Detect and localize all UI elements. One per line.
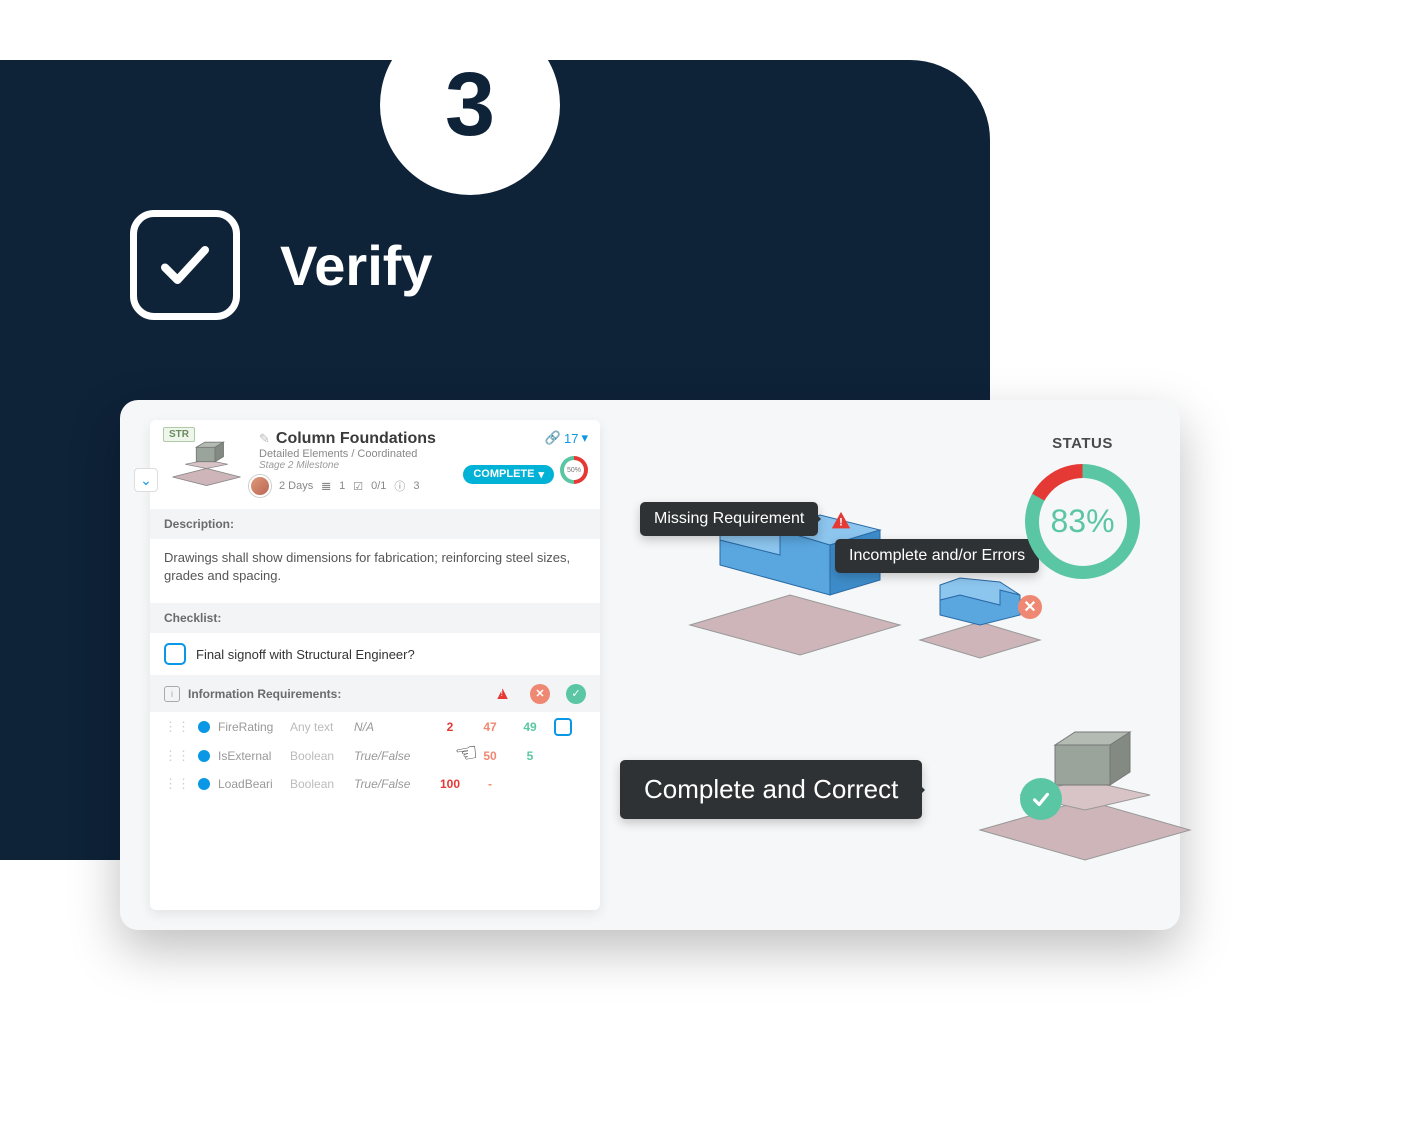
app-panel: ⌄ STR ✎ Column Foundations Detailed Elem…: [120, 400, 1180, 930]
checklist-item[interactable]: Final signoff with Structural Engineer?: [150, 633, 600, 675]
detail-card: ⌄ STR ✎ Column Foundations Detailed Elem…: [150, 420, 600, 910]
status-block: STATUS 83%: [1025, 435, 1140, 579]
checklist-label: Checklist:: [150, 603, 600, 633]
success-marker[interactable]: [1020, 778, 1062, 820]
duration-label: 2 Days: [279, 480, 313, 492]
element-thumbnail: STR: [164, 430, 249, 490]
warning-marker[interactable]: !: [830, 510, 852, 532]
requirements-label: Information Requirements:: [188, 687, 486, 701]
success-icon: ✓: [566, 684, 586, 704]
check-icon: [130, 210, 240, 320]
requirement-row[interactable]: ⋮⋮ IsExternal Boolean True/False 50 5: [150, 742, 600, 770]
step-badge: 3: [380, 15, 560, 195]
tooltip-missing: Missing Requirement: [640, 502, 818, 536]
chevron-down-icon: ▾: [581, 430, 588, 446]
link-count[interactable]: 🔗 17 ▾: [545, 430, 588, 446]
card-title: Column Foundations: [276, 430, 436, 448]
row-checkbox[interactable]: [554, 718, 572, 736]
edit-icon[interactable]: ✎: [259, 431, 270, 447]
warning-icon: ▲!: [494, 683, 514, 704]
status-dot: [198, 750, 210, 762]
info-count-icon[interactable]: ⓘ: [394, 478, 405, 494]
status-dot: [198, 721, 210, 733]
error-icon: ✕: [530, 684, 550, 704]
status-percent: 83%: [1050, 503, 1114, 540]
description-text: Drawings shall show dimensions for fabri…: [150, 539, 600, 595]
status-chart: 83%: [1025, 464, 1140, 579]
chevron-down-icon: ▾: [538, 468, 544, 481]
drag-handle-icon[interactable]: ⋮⋮: [164, 719, 190, 735]
progress-ring: 50%: [560, 456, 588, 484]
drag-handle-icon[interactable]: ⋮⋮: [164, 776, 190, 792]
tooltip-incomplete: Incomplete and/or Errors: [835, 539, 1039, 573]
drag-handle-icon[interactable]: ⋮⋮: [164, 748, 190, 764]
link-icon: 🔗: [545, 430, 561, 446]
checklist-text: Final signoff with Structural Engineer?: [196, 647, 415, 662]
tooltip-complete: Complete and Correct: [620, 760, 922, 819]
section-header: Verify: [130, 210, 433, 320]
discipline-tag: STR: [163, 427, 195, 442]
attachment-icon[interactable]: 𝌆: [321, 480, 331, 493]
description-label: Description:: [150, 509, 600, 539]
card-header: ⌄ STR ✎ Column Foundations Detailed Elem…: [150, 420, 600, 501]
requirement-row[interactable]: ⋮⋮ FireRating Any text N/A 2 47 49: [150, 712, 600, 742]
checkbox[interactable]: [164, 643, 186, 665]
model-shape-2: [910, 570, 1060, 670]
info-icon[interactable]: i: [164, 686, 180, 702]
expand-toggle[interactable]: ⌄: [134, 468, 158, 492]
checklist-count-icon[interactable]: ☑: [353, 480, 363, 493]
svg-text:!: !: [839, 517, 843, 529]
model-shape-3: [965, 710, 1205, 880]
section-title: Verify: [280, 233, 433, 298]
status-label: STATUS: [1025, 435, 1140, 452]
step-number: 3: [445, 54, 495, 157]
status-badge[interactable]: COMPLETE ▾: [463, 465, 554, 484]
status-dot: [198, 778, 210, 790]
avatar[interactable]: [249, 475, 271, 497]
requirements-header: i Information Requirements: ▲! ✕ ✓: [150, 675, 600, 712]
error-marker[interactable]: ✕: [1018, 595, 1042, 619]
requirement-row[interactable]: ⋮⋮ LoadBeari Boolean True/False 100 -: [150, 770, 600, 798]
